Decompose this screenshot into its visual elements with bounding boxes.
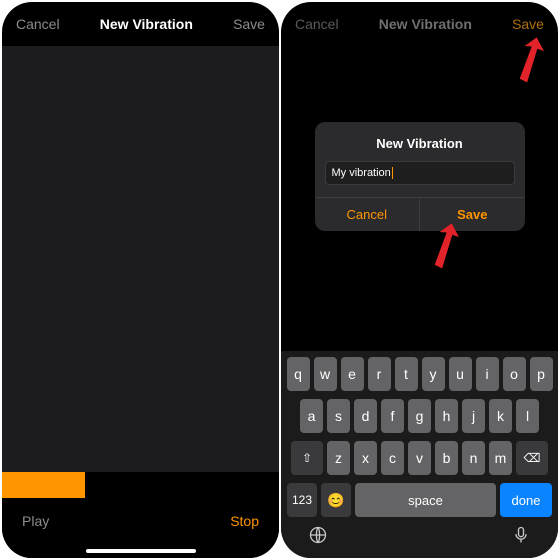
key-b[interactable]: b: [435, 441, 458, 475]
home-indicator[interactable]: [86, 549, 196, 553]
key-r[interactable]: r: [368, 357, 391, 391]
key-e[interactable]: e: [341, 357, 364, 391]
key-s[interactable]: s: [327, 399, 350, 433]
key-i[interactable]: i: [476, 357, 499, 391]
key-q[interactable]: q: [287, 357, 310, 391]
alert-cancel-button[interactable]: Cancel: [315, 198, 421, 231]
key-k[interactable]: k: [489, 399, 512, 433]
globe-icon[interactable]: [308, 525, 328, 550]
key-row-1: qwertyuiop: [284, 357, 555, 391]
keyboard: qwertyuiop asdfghjkl ⇧ zxcvbnm ⌫ 123 😊 s…: [281, 351, 558, 558]
space-key[interactable]: space: [355, 483, 496, 517]
numbers-key[interactable]: 123: [287, 483, 317, 517]
key-p[interactable]: p: [530, 357, 553, 391]
text-caret: [392, 167, 393, 179]
vibration-name-input[interactable]: My vibration: [325, 161, 515, 185]
key-x[interactable]: x: [354, 441, 377, 475]
progress-track: [2, 472, 279, 498]
done-key[interactable]: done: [500, 483, 552, 517]
key-u[interactable]: u: [449, 357, 472, 391]
save-alert: New Vibration My vibration Cancel Save: [315, 122, 525, 231]
mic-icon[interactable]: [511, 525, 531, 550]
key-row-2: asdfghjkl: [284, 399, 555, 433]
key-n[interactable]: n: [462, 441, 485, 475]
backspace-key[interactable]: ⌫: [516, 441, 548, 475]
key-h[interactable]: h: [435, 399, 458, 433]
progress-fill: [2, 472, 85, 498]
key-f[interactable]: f: [381, 399, 404, 433]
key-y[interactable]: y: [422, 357, 445, 391]
alert-save-button[interactable]: Save: [420, 198, 525, 231]
key-row-4: 123 😊 space done: [284, 483, 555, 517]
key-t[interactable]: t: [395, 357, 418, 391]
key-row-3: ⇧ zxcvbnm ⌫: [284, 441, 555, 475]
key-j[interactable]: j: [462, 399, 485, 433]
screen-save-dialog: Cancel New Vibration Save New Vibration …: [281, 2, 558, 558]
page-title: New Vibration: [100, 16, 193, 32]
input-value: My vibration: [332, 167, 391, 179]
key-c[interactable]: c: [381, 441, 404, 475]
stop-button[interactable]: Stop: [230, 513, 259, 529]
key-w[interactable]: w: [314, 357, 337, 391]
key-g[interactable]: g: [408, 399, 431, 433]
save-button[interactable]: Save: [233, 16, 265, 32]
play-button[interactable]: Play: [22, 513, 49, 529]
key-a[interactable]: a: [300, 399, 323, 433]
alert-actions: Cancel Save: [315, 197, 525, 231]
key-d[interactable]: d: [354, 399, 377, 433]
cancel-button: Cancel: [295, 16, 339, 32]
navbar: Cancel New Vibration Save: [2, 2, 279, 46]
page-title: New Vibration: [379, 16, 472, 32]
save-button: Save: [512, 16, 544, 32]
keyboard-toolbar: [284, 523, 555, 550]
key-z[interactable]: z: [327, 441, 350, 475]
key-l[interactable]: l: [516, 399, 539, 433]
navbar: Cancel New Vibration Save: [281, 2, 558, 46]
shift-key[interactable]: ⇧: [291, 441, 323, 475]
key-v[interactable]: v: [408, 441, 431, 475]
screen-record: Cancel New Vibration Save Play Stop: [2, 2, 279, 558]
key-o[interactable]: o: [503, 357, 526, 391]
alert-title: New Vibration: [315, 122, 525, 161]
key-m[interactable]: m: [489, 441, 512, 475]
cancel-button[interactable]: Cancel: [16, 16, 60, 32]
emoji-key[interactable]: 😊: [321, 483, 351, 517]
